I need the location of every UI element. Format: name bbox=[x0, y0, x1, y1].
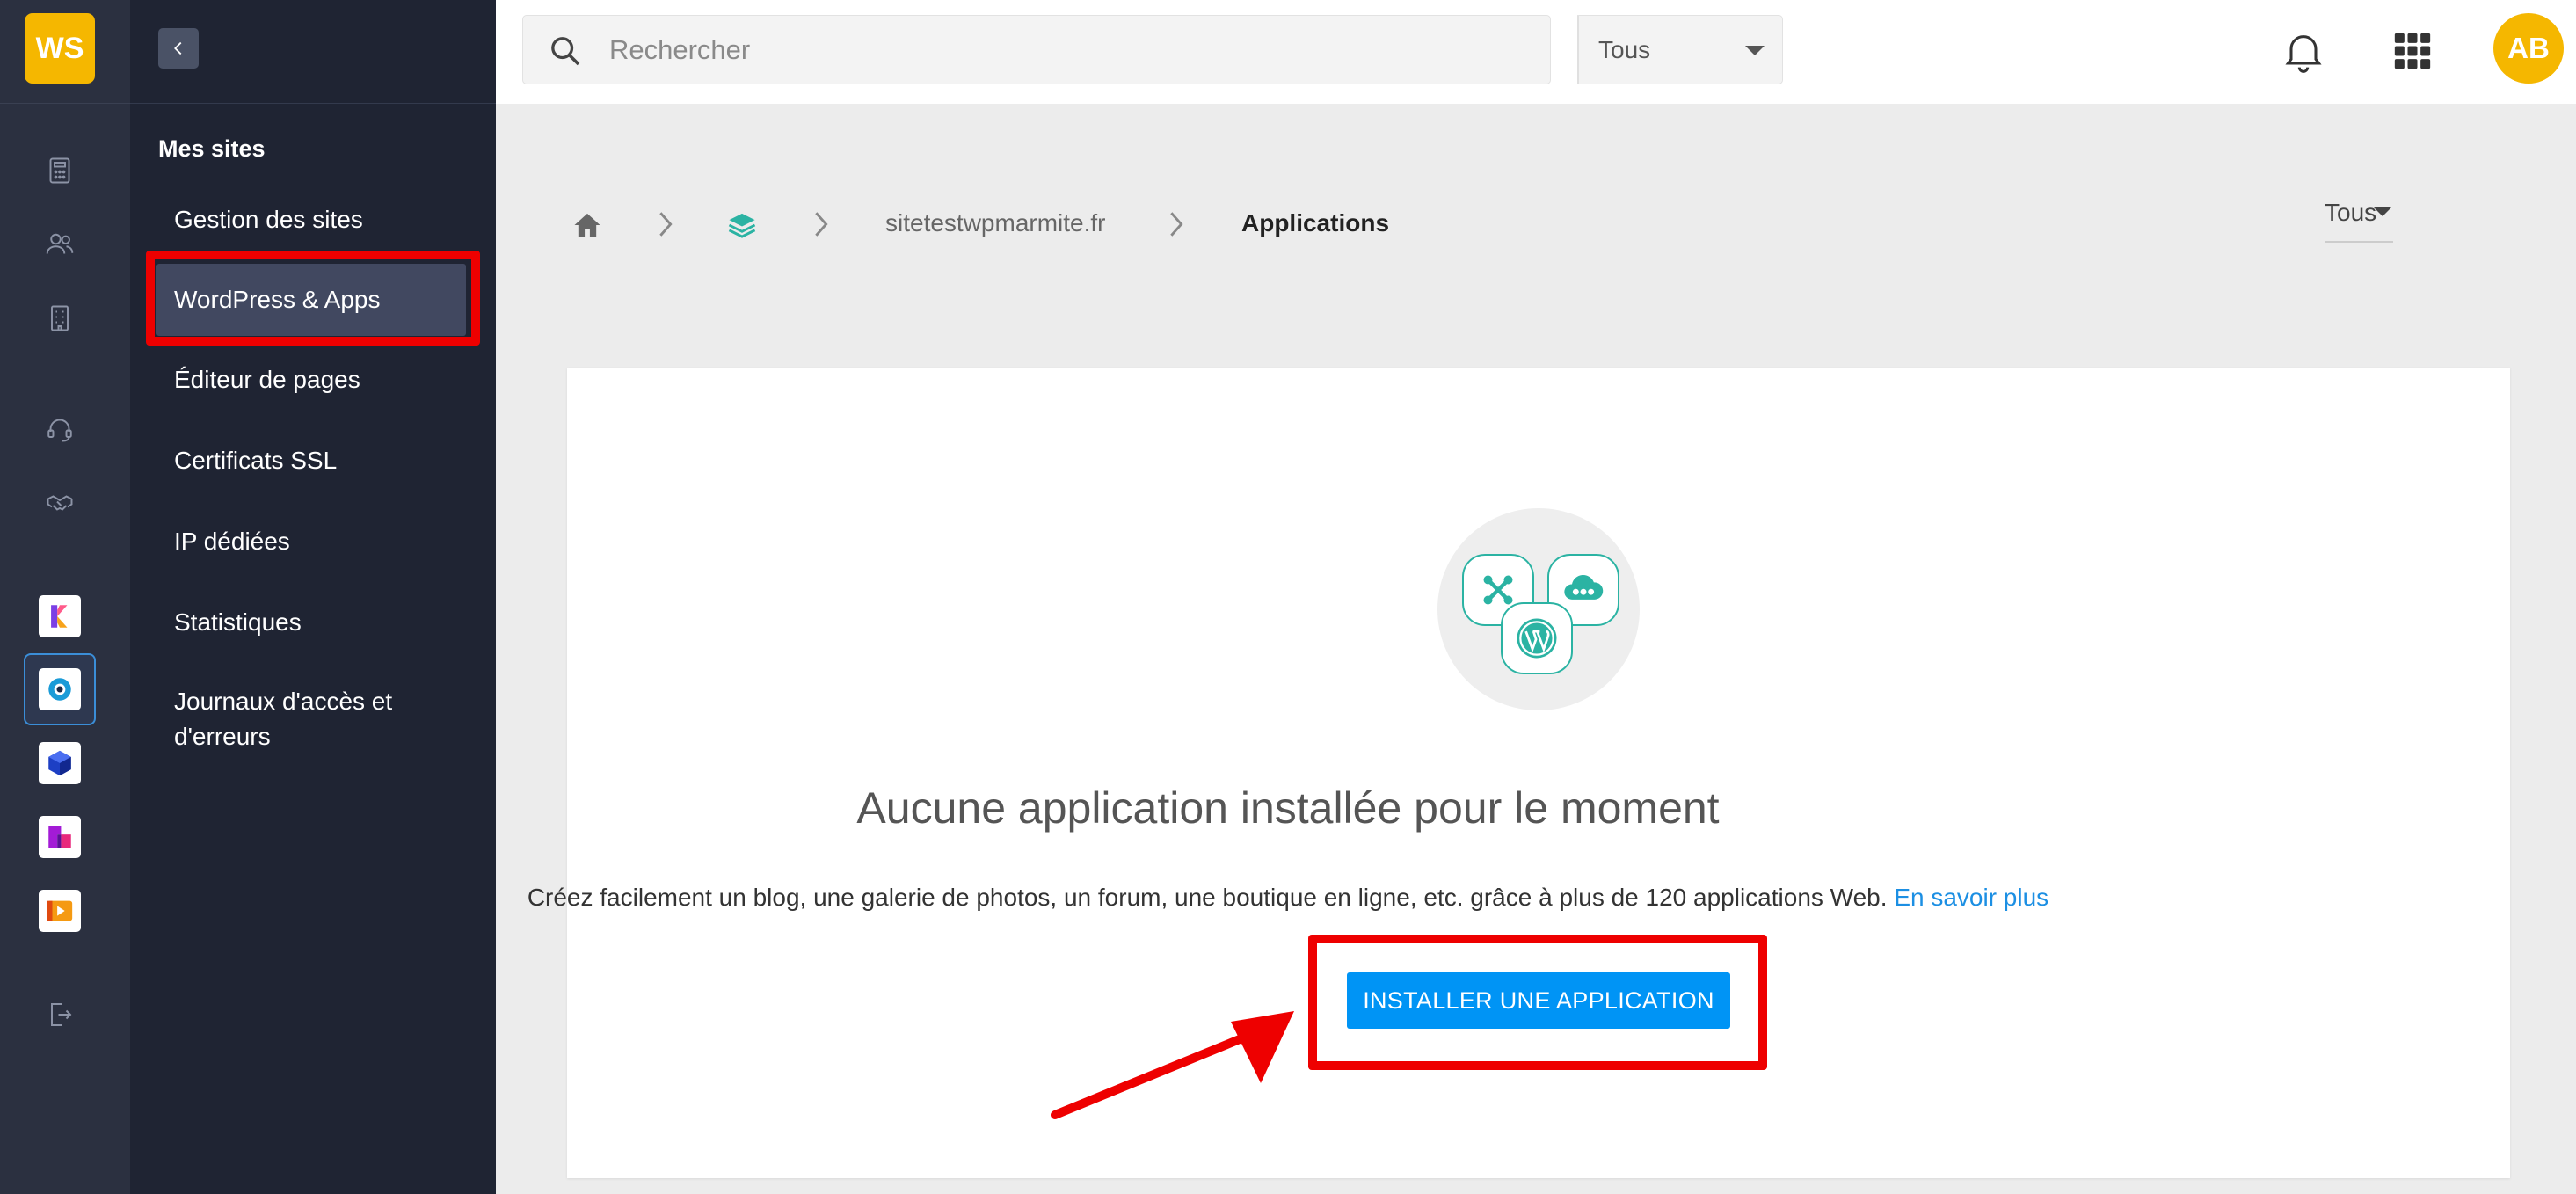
annotation-arrow-icon bbox=[1051, 1011, 1294, 1119]
kdrive-app-icon[interactable] bbox=[24, 653, 96, 725]
filter-value: Tous bbox=[1598, 35, 1651, 63]
calculator-icon[interactable] bbox=[40, 151, 79, 190]
sidebar: Mes sites Gestion des sites WordPress & … bbox=[130, 0, 496, 1194]
chevron-right-icon bbox=[659, 212, 673, 237]
headset-icon[interactable] bbox=[40, 410, 79, 448]
caret-down-icon bbox=[2374, 207, 2391, 216]
sidebar-item-journaux[interactable]: Journaux d'accès et d'erreurs bbox=[174, 684, 438, 754]
rail-divider bbox=[0, 103, 130, 104]
breadcrumb-current: Applications bbox=[1241, 209, 1390, 237]
empty-state-text: Créez facilement un blog, une galerie de… bbox=[527, 884, 1888, 911]
icon-rail: WS bbox=[0, 0, 130, 1194]
caret-down-icon bbox=[1745, 46, 1765, 55]
sidebar-item-gestion-des-sites[interactable]: Gestion des sites bbox=[174, 202, 363, 237]
search-bar bbox=[522, 15, 1551, 84]
wordpress-icon bbox=[1501, 602, 1573, 674]
home-icon[interactable] bbox=[571, 211, 603, 239]
handshake-icon[interactable] bbox=[40, 484, 79, 522]
learn-more-link[interactable]: En savoir plus bbox=[1894, 884, 2048, 911]
sidebar-item-ip-dediees[interactable]: IP dédiées bbox=[174, 524, 290, 559]
layers-icon[interactable] bbox=[726, 211, 758, 239]
app-filter-value: Tous bbox=[2325, 199, 2377, 226]
collapse-sidebar-button[interactable] bbox=[158, 28, 199, 69]
chevron-right-icon bbox=[1170, 212, 1183, 237]
logout-icon[interactable] bbox=[40, 995, 79, 1034]
chevron-right-icon bbox=[815, 212, 828, 237]
kmail-app-icon[interactable] bbox=[39, 595, 81, 637]
user-avatar[interactable]: AB bbox=[2493, 13, 2564, 84]
annotation-highlight-button bbox=[1308, 935, 1767, 1070]
sidebar-item-statistiques[interactable]: Statistiques bbox=[174, 605, 302, 640]
empty-state-description: Créez facilement un blog, une galerie de… bbox=[0, 884, 2576, 912]
bell-icon[interactable] bbox=[2279, 26, 2328, 76]
top-bar: Tous AB bbox=[496, 0, 2576, 104]
building-icon[interactable] bbox=[40, 299, 79, 338]
sidebar-item-certificats-ssl[interactable]: Certificats SSL bbox=[174, 443, 337, 478]
empty-state-title: Aucune application installée pour le mom… bbox=[856, 783, 1720, 833]
breadcrumb-site[interactable]: sitetestwpmarmite.fr bbox=[885, 209, 1106, 237]
cube-app-icon[interactable] bbox=[39, 742, 81, 784]
users-icon[interactable] bbox=[40, 225, 79, 264]
app-filter-select[interactable]: Tous bbox=[2325, 193, 2393, 243]
workspace-logo[interactable]: WS bbox=[25, 13, 95, 84]
apps-grid-icon[interactable] bbox=[2393, 32, 2432, 70]
search-filter-select[interactable]: Tous bbox=[1577, 15, 1783, 84]
sidebar-divider bbox=[130, 103, 496, 104]
chevron-left-icon bbox=[174, 41, 182, 55]
sidebar-section-title: Mes sites bbox=[158, 135, 266, 162]
search-icon bbox=[551, 37, 580, 66]
sidebar-item-editeur-de-pages[interactable]: Éditeur de pages bbox=[174, 362, 360, 397]
search-input[interactable] bbox=[609, 16, 1207, 84]
annotation-highlight-sidebar bbox=[146, 251, 480, 346]
